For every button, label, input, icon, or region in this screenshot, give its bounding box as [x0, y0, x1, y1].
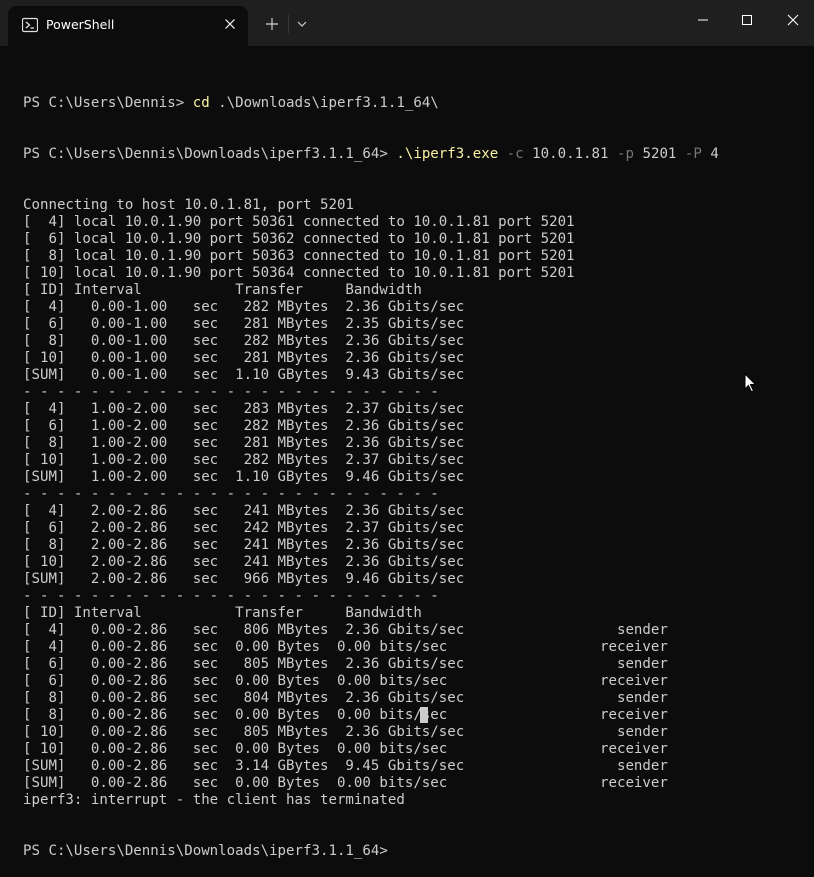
- output-line: [SUM] 2.00-2.86 sec 966 MBytes 9.46 Gbit…: [23, 571, 465, 587]
- output-line: - - - - - - - - - - - - - - - - - - - - …: [23, 384, 439, 400]
- output-line: [SUM] 0.00-2.86 sec 0.00 Bytes 0.00 bits…: [23, 775, 668, 791]
- output-line: [ 10] 2.00-2.86 sec 241 MBytes 2.36 Gbit…: [23, 554, 465, 570]
- command-argument: 10.0.1.81: [523, 146, 609, 162]
- output-line: [SUM] 0.00-1.00 sec 1.10 GBytes 9.43 Gbi…: [23, 367, 465, 383]
- text-cursor: [420, 707, 428, 723]
- output-line: [ 4] 1.00-2.00 sec 283 MBytes 2.37 Gbits…: [23, 401, 465, 417]
- output-line: [ 8] 0.00-2.86 sec 804 MBytes 2.36 Gbits…: [23, 690, 668, 706]
- tab-title: PowerShell: [46, 17, 115, 32]
- output-line: [ 6] 0.00-1.00 sec 281 MBytes 2.35 Gbits…: [23, 316, 465, 332]
- final-prompt-line: PS C:\Users\Dennis\Downloads\iperf3.1.1_…: [23, 843, 803, 860]
- output-line: [ 10] 0.00-2.86 sec 0.00 Bytes 0.00 bits…: [23, 741, 668, 757]
- iperf-output: Connecting to host 10.0.1.81, port 5201[…: [23, 197, 803, 809]
- command-line-1: PS C:\Users\Dennis> cd .\Downloads\iperf…: [23, 95, 803, 112]
- tab-powershell[interactable]: PowerShell: [8, 6, 248, 46]
- command-argument: 5201: [633, 146, 677, 162]
- terminal-output[interactable]: PS C:\Users\Dennis> cd .\Downloads\iperf…: [23, 61, 803, 859]
- output-line: [ 4] 0.00-1.00 sec 282 MBytes 2.36 Gbits…: [23, 299, 465, 315]
- mouse-pointer-icon: [744, 372, 758, 393]
- prompt: PS C:\Users\Dennis>: [23, 95, 193, 111]
- output-line: [ 4] 2.00-2.86 sec 241 MBytes 2.36 Gbits…: [23, 503, 465, 519]
- close-tab-icon[interactable]: [220, 14, 240, 34]
- output-line: [ 8] local 10.0.1.90 port 50363 connecte…: [23, 248, 575, 264]
- title-bar: PowerShell: [0, 0, 814, 46]
- output-line: [ 6] 0.00-2.86 sec 0.00 Bytes 0.00 bits/…: [23, 673, 668, 689]
- output-line: [ 8] 1.00-2.00 sec 281 MBytes 2.36 Gbits…: [23, 435, 465, 451]
- output-line: [ 10] 0.00-1.00 sec 281 MBytes 2.36 Gbit…: [23, 350, 465, 366]
- output-line: [ 4] 0.00-2.86 sec 806 MBytes 2.36 Gbits…: [23, 622, 668, 638]
- output-line: Connecting to host 10.0.1.81, port 5201: [23, 197, 354, 213]
- output-line: [ 10] 0.00-2.86 sec 805 MBytes 2.36 Gbit…: [23, 724, 668, 740]
- chevron-down-icon[interactable]: [292, 14, 312, 34]
- output-line: [SUM] 1.00-2.00 sec 1.10 GBytes 9.46 Gbi…: [23, 469, 465, 485]
- output-line: [ ID] Interval Transfer Bandwidth: [23, 282, 422, 298]
- powershell-icon: [21, 17, 39, 33]
- tab-separator: [288, 15, 289, 33]
- command-line-2: PS C:\Users\Dennis\Downloads\iperf3.1.1_…: [23, 146, 803, 163]
- output-line: [ ID] Interval Transfer Bandwidth: [23, 605, 422, 621]
- output-line: [ 8] 2.00-2.86 sec 241 MBytes 2.36 Gbits…: [23, 537, 465, 553]
- output-line: [ 6] 0.00-2.86 sec 805 MBytes 2.36 Gbits…: [23, 656, 668, 672]
- output-line: [ 6] 2.00-2.86 sec 242 MBytes 2.37 Gbits…: [23, 520, 465, 536]
- output-line: [ 4] local 10.0.1.90 port 50361 connecte…: [23, 214, 575, 230]
- close-window-icon[interactable]: [770, 0, 814, 40]
- command-name: cd: [192, 95, 210, 111]
- output-line: [ 10] 1.00-2.00 sec 282 MBytes 2.37 Gbit…: [23, 452, 465, 468]
- output-line: [ 6] local 10.0.1.90 port 50362 connecte…: [23, 231, 575, 247]
- output-line: [ 8] 0.00-2.86 sec 0.00 Bytes 0.00 bits/…: [23, 707, 668, 723]
- maximize-icon[interactable]: [724, 0, 770, 40]
- output-line: [ 6] 1.00-2.00 sec 282 MBytes 2.36 Gbits…: [23, 418, 465, 434]
- command-parameter: -p: [608, 146, 634, 162]
- command-argument: .\Downloads\iperf3.1.1_64\: [209, 95, 439, 111]
- output-line: - - - - - - - - - - - - - - - - - - - - …: [23, 486, 439, 502]
- output-line: [ 8] 0.00-1.00 sec 282 MBytes 2.36 Gbits…: [23, 333, 465, 349]
- plus-icon[interactable]: [262, 14, 282, 34]
- output-line: [ 4] 0.00-2.86 sec 0.00 Bytes 0.00 bits/…: [23, 639, 668, 655]
- prompt: PS C:\Users\Dennis\Downloads\iperf3.1.1_…: [23, 843, 397, 859]
- command-name: .\iperf3.exe: [396, 146, 499, 162]
- output-line: [ 10] local 10.0.1.90 port 50364 connect…: [23, 265, 575, 281]
- command-parameter: -c: [498, 146, 524, 162]
- minimize-icon[interactable]: [680, 0, 726, 40]
- command-argument: 4: [701, 146, 719, 162]
- output-line: iperf3: interrupt - the client has termi…: [23, 792, 405, 808]
- prompt: PS C:\Users\Dennis\Downloads\iperf3.1.1_…: [23, 146, 397, 162]
- command-parameter: -P: [676, 146, 702, 162]
- output-line: [SUM] 0.00-2.86 sec 3.14 GBytes 9.45 Gbi…: [23, 758, 668, 774]
- output-line: - - - - - - - - - - - - - - - - - - - - …: [23, 588, 439, 604]
